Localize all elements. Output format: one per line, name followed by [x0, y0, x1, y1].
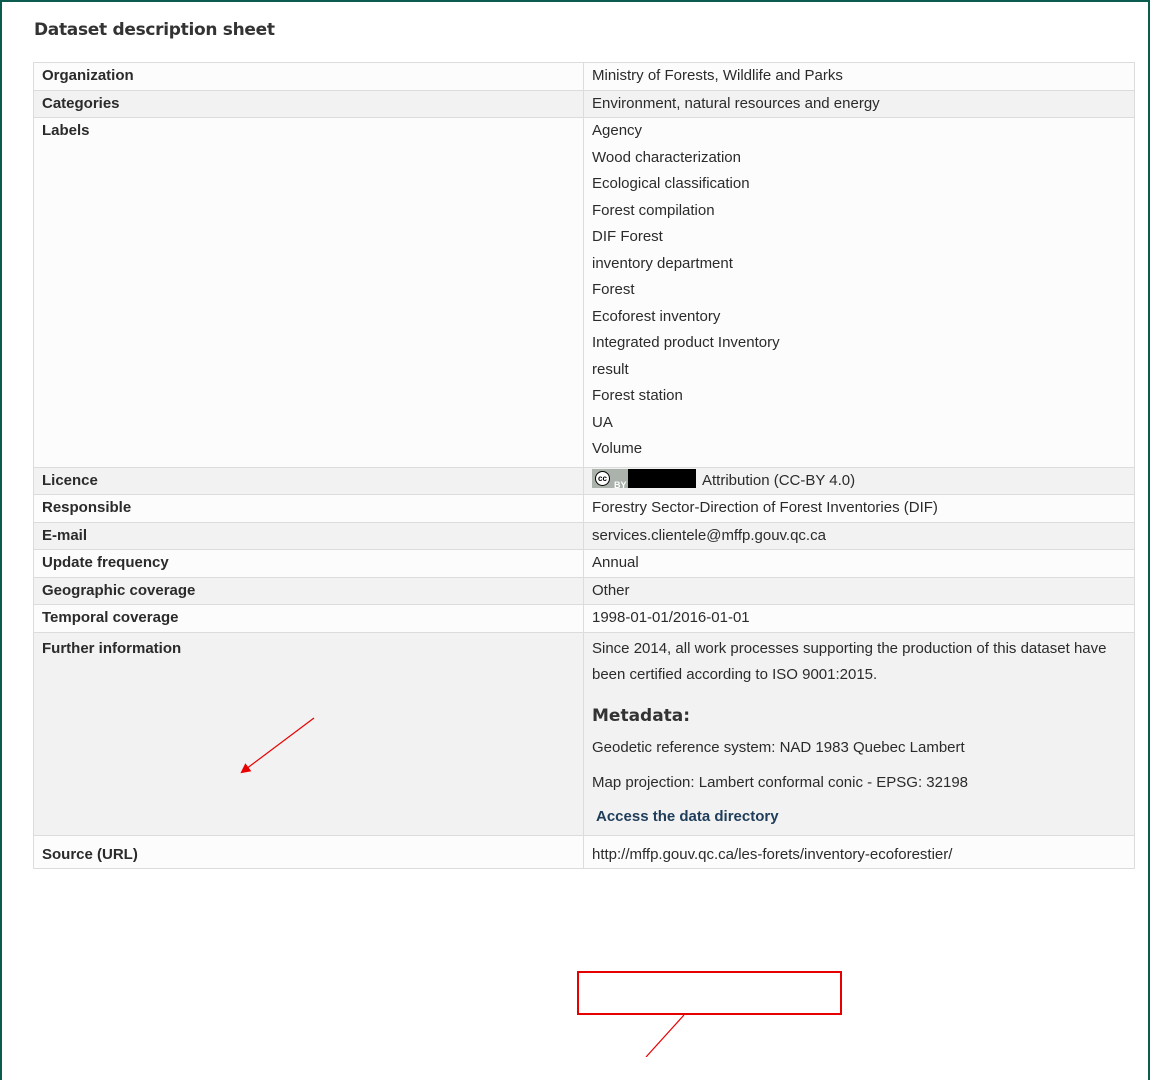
row-key: E-mail — [33, 521, 584, 550]
row-key: Further information — [33, 631, 584, 836]
table-row: Categories Environment, natural resource… — [33, 89, 1135, 118]
row-key: Licence — [33, 466, 584, 495]
table-row: E-mail services.clientele@mffp.gouv.qc.c… — [33, 521, 1135, 550]
further-info-cell: Since 2014, all work processes supportin… — [583, 631, 1135, 836]
page-title: Dataset description sheet — [34, 20, 275, 40]
row-value: Environment, natural resources and energ… — [583, 89, 1135, 118]
by-icon: BY — [614, 480, 627, 491]
row-value: Forestry Sector-Direction of Forest Inve… — [583, 494, 1135, 523]
label-tag[interactable]: result — [592, 357, 1126, 384]
label-tag[interactable]: Ecological classification — [592, 171, 1126, 198]
source-url-link[interactable]: http://mffp.gouv.qc.ca/les-forets/invent… — [583, 834, 1135, 869]
label-tag[interactable]: Wood characterization — [592, 145, 1126, 172]
licence-value[interactable]: Attribution (CC-BY 4.0) — [702, 472, 855, 489]
row-value: Annual — [583, 549, 1135, 578]
label-tag[interactable]: Volume — [592, 436, 1126, 463]
label-tag[interactable]: inventory department — [592, 251, 1126, 278]
row-key: Temporal coverage — [33, 604, 584, 633]
label-tag[interactable]: Forest station — [592, 383, 1126, 410]
table-row: Licence cc BY Attribution (CC-BY 4.0) — [33, 466, 1135, 495]
row-key: Responsible — [33, 494, 584, 523]
row-key: Update frequency — [33, 549, 584, 578]
label-tag[interactable]: UA — [592, 410, 1126, 437]
label-tag[interactable]: Forest compilation — [592, 198, 1126, 225]
geodetic-text: Geodetic reference system: NAD 1983 Queb… — [592, 739, 965, 756]
dataset-description-table: Organization Ministry of Forests, Wildli… — [33, 62, 1135, 869]
row-key: Organization — [33, 62, 584, 91]
label-tag[interactable]: Ecoforest inventory — [592, 304, 1126, 331]
table-row: Organization Ministry of Forests, Wildli… — [33, 62, 1135, 91]
row-key: Labels — [33, 117, 584, 468]
labels-list: Agency Wood characterization Ecological … — [583, 117, 1135, 468]
table-row: Source (URL) http://mffp.gouv.qc.ca/les-… — [33, 834, 1135, 869]
row-key: Geographic coverage — [33, 576, 584, 605]
cc-icon: cc — [595, 471, 610, 487]
email-link[interactable]: services.clientele@mffp.gouv.qc.ca — [583, 521, 1135, 550]
row-key: Source (URL) — [33, 834, 584, 869]
licence-cell: cc BY Attribution (CC-BY 4.0) — [583, 466, 1135, 495]
cc-by-badge-icon[interactable]: cc BY — [592, 469, 696, 490]
label-tag[interactable]: DIF Forest — [592, 224, 1126, 251]
row-key: Categories — [33, 89, 584, 118]
table-row: Labels Agency Wood characterization Ecol… — [33, 117, 1135, 468]
table-row: Geographic coverage Other — [33, 576, 1135, 605]
row-value: 1998-01-01/2016-01-01 — [583, 604, 1135, 633]
data-directory-link[interactable]: Access the data directory — [592, 804, 779, 831]
row-value: Ministry of Forests, Wildlife and Parks — [583, 62, 1135, 91]
label-tag[interactable]: Forest — [592, 277, 1126, 304]
metadata-heading: Metadata: — [592, 705, 691, 726]
table-row: Temporal coverage 1998-01-01/2016-01-01 — [33, 604, 1135, 633]
table-row: Update frequency Annual — [33, 549, 1135, 578]
projection-text: Map projection: Lambert conformal conic … — [592, 773, 969, 791]
row-value: Other — [583, 576, 1135, 605]
certification-text: Since 2014, all work processes supportin… — [592, 639, 1107, 684]
label-tag[interactable]: Agency — [592, 118, 1126, 145]
table-row: Responsible Forestry Sector-Direction of… — [33, 494, 1135, 523]
table-row: Further information Since 2014, all work… — [33, 631, 1135, 836]
label-tag[interactable]: Integrated product Inventory — [592, 330, 1126, 357]
